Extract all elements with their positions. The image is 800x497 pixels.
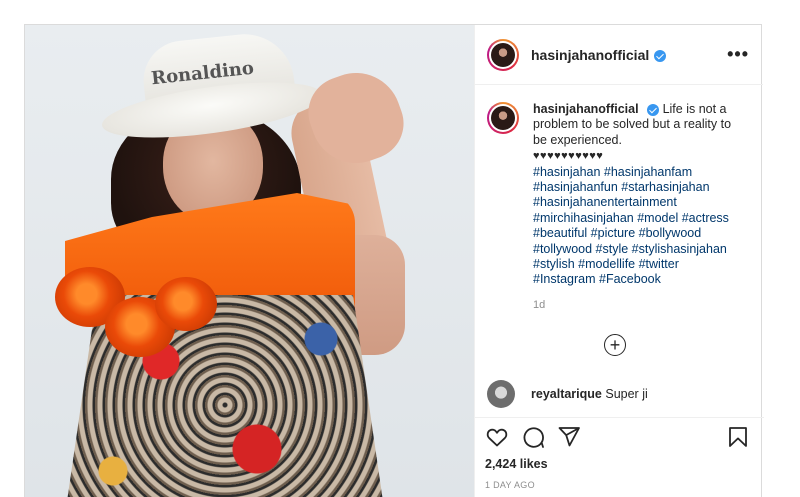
post-side-panel: hasinjahanofficial ••• hasinjahanofficia…	[474, 25, 764, 497]
action-icons	[485, 420, 750, 454]
comments-area: hasinjahanofficial Life is not a problem…	[475, 86, 764, 416]
commenter-avatar[interactable]	[487, 380, 515, 408]
post-header: hasinjahanofficial •••	[475, 25, 763, 85]
verified-badge-icon	[647, 103, 660, 116]
caption-text: hasinjahanofficial Life is not a problem…	[533, 102, 733, 313]
caption-avatar[interactable]	[487, 102, 519, 134]
comment-item: reyaltarique Super ji	[487, 380, 648, 408]
action-bar: 2,424 likes 1 DAY AGO	[475, 417, 764, 490]
photo-rose-corsage	[55, 257, 225, 367]
comment-text: reyaltarique Super ji	[531, 387, 648, 401]
caption-hearts: ♥♥♥♥♥♥♥♥♥♥	[533, 150, 604, 163]
post-photo[interactable]: Ronaldino	[25, 25, 474, 497]
verified-badge-icon	[654, 49, 667, 62]
share-icon[interactable]	[557, 425, 581, 449]
post-container: Ronaldino hasinjahanofficial ••• hasinja…	[24, 24, 764, 497]
more-options-icon[interactable]: •••	[727, 44, 749, 65]
caption-hashtags[interactable]: #hasinjahan #hasinjahanfam #hasinjahanfu…	[533, 165, 729, 287]
likes-count[interactable]: 2,424 likes	[485, 457, 750, 471]
commenter-username[interactable]: reyaltarique	[531, 387, 602, 401]
caption: hasinjahanofficial Life is not a problem…	[487, 102, 750, 313]
author-username[interactable]: hasinjahanofficial	[531, 47, 667, 63]
author-avatar[interactable]	[487, 38, 519, 71]
caption-username[interactable]: hasinjahanofficial	[533, 102, 639, 116]
comment-body: Super ji	[605, 387, 648, 401]
post-timestamp[interactable]: 1 DAY AGO	[485, 480, 750, 490]
comment-icon[interactable]	[521, 425, 545, 449]
load-more-comments-button[interactable]: +	[604, 334, 626, 356]
bookmark-icon[interactable]	[726, 425, 750, 449]
caption-age: 1d	[533, 298, 546, 311]
heart-icon[interactable]	[485, 425, 509, 449]
